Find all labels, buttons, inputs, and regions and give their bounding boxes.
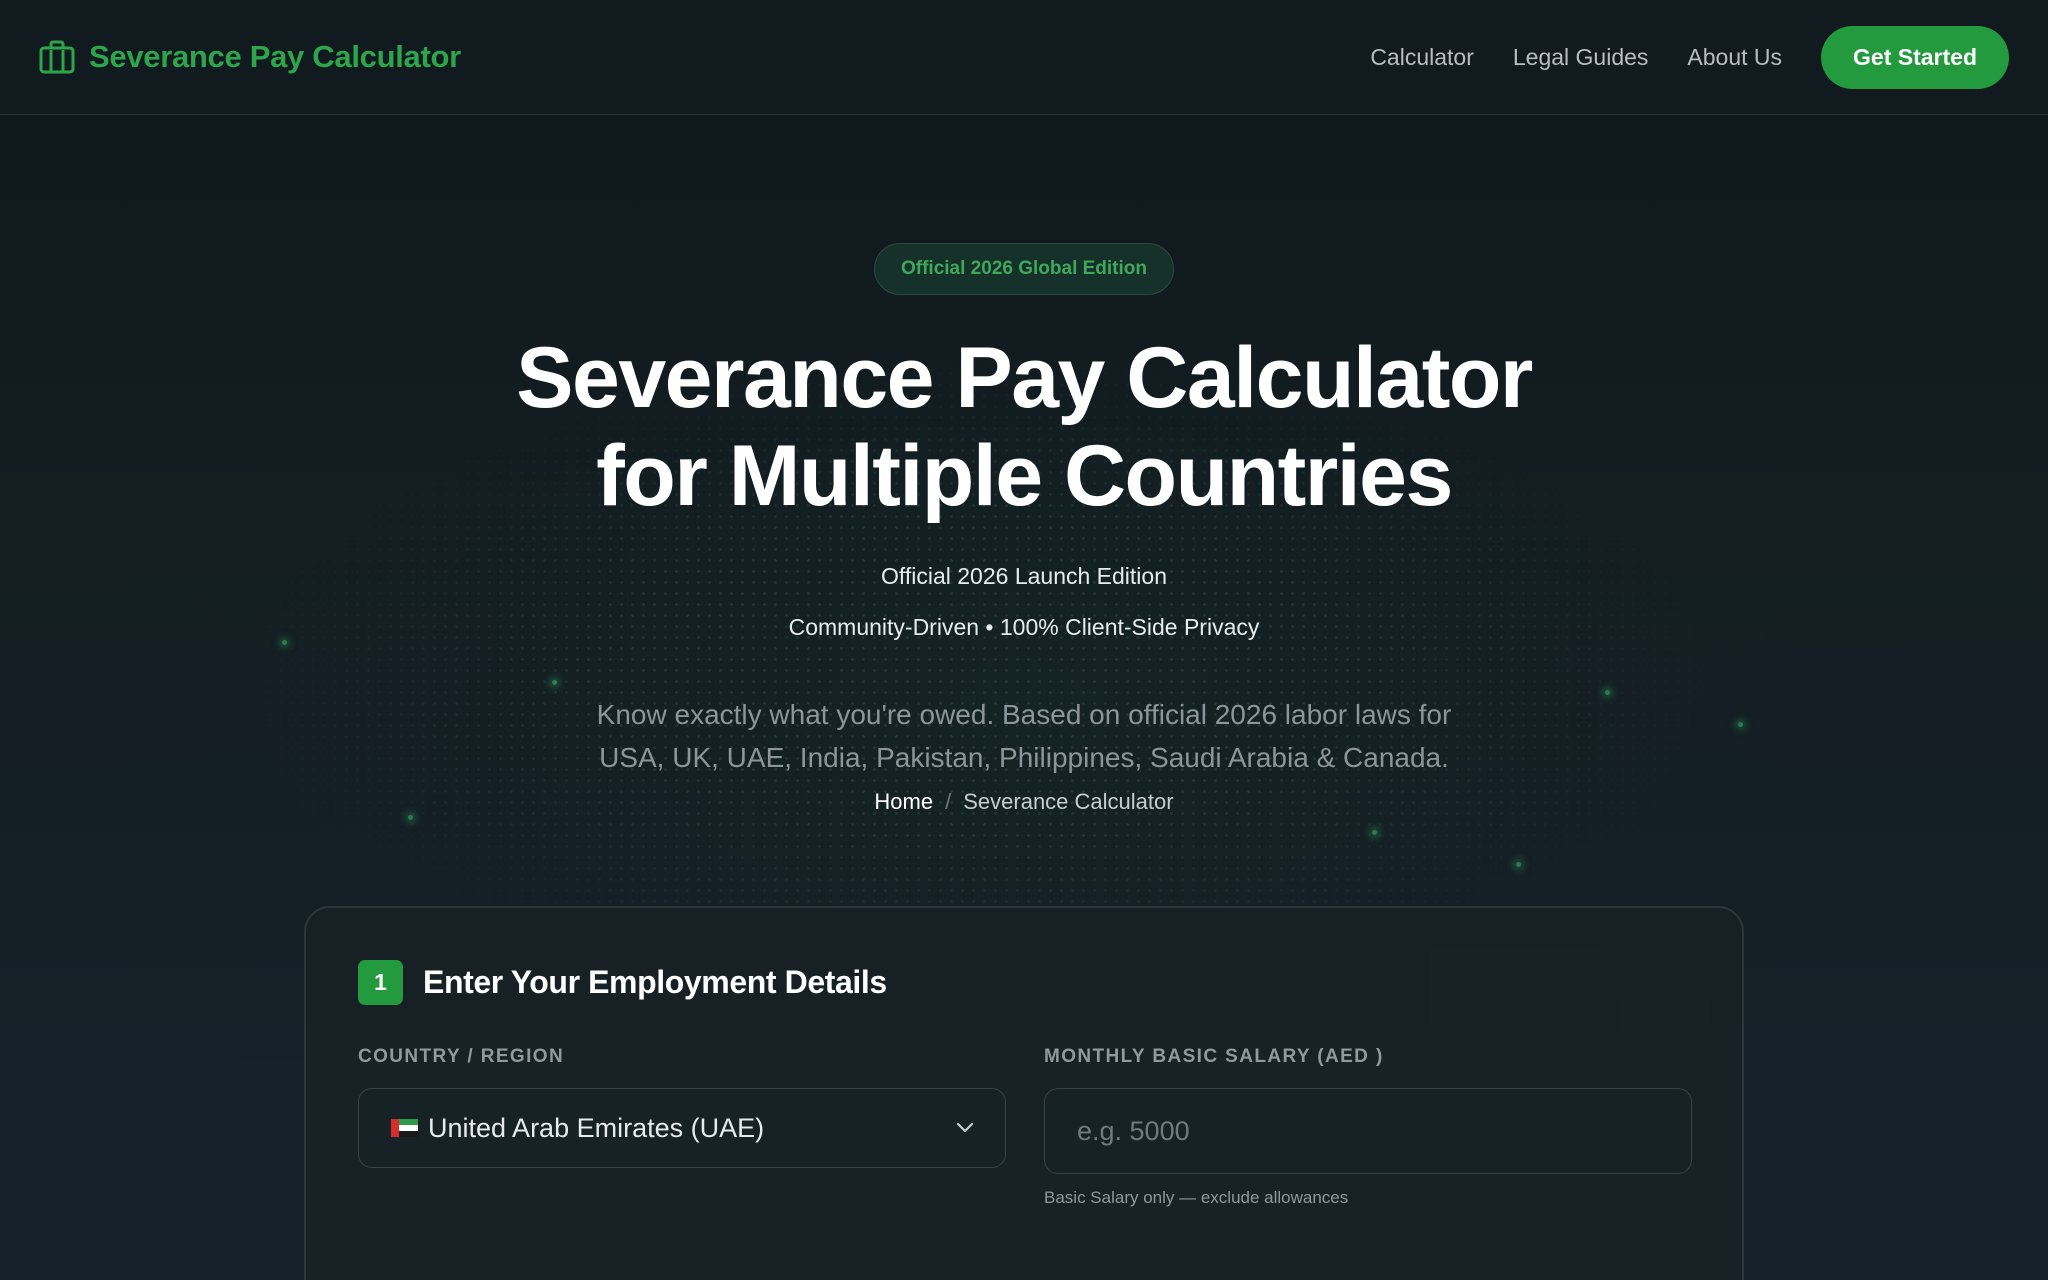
- calculator-card: 1 Enter Your Employment Details COUNTRY …: [304, 906, 1744, 1280]
- salary-label: MONTHLY BASIC SALARY (AED ): [1044, 1046, 1384, 1067]
- country-field: COUNTRY / REGION United Arab Emirates (U…: [358, 1046, 1006, 1168]
- page-title: Severance Pay Calculator for Multiple Co…: [0, 329, 2048, 525]
- main-nav: Calculator Legal Guides About Us Get Sta…: [1370, 25, 2009, 89]
- breadcrumb-separator: /: [945, 789, 952, 814]
- page-title-line-1: Severance Pay Calculator: [516, 330, 1533, 426]
- country-label: COUNTRY / REGION: [358, 1046, 565, 1067]
- page-title-line-2: for Multiple Countries: [596, 428, 1453, 524]
- top-navbar: Severance Pay Calculator Calculator Lega…: [0, 0, 2048, 115]
- nav-link-about-us[interactable]: About Us: [1687, 44, 1782, 71]
- salary-field: MONTHLY BASIC SALARY (AED ) Basic Salary…: [1044, 1046, 1692, 1208]
- breadcrumb-home-link[interactable]: Home: [874, 789, 933, 814]
- uae-flag-icon: [391, 1119, 418, 1137]
- glow-dot: [1372, 830, 1377, 835]
- breadcrumb-current: Severance Calculator: [963, 789, 1174, 814]
- country-select-value: United Arab Emirates (UAE): [391, 1113, 764, 1144]
- privacy-tagline: Community-Driven • 100% Client-Side Priv…: [788, 614, 1260, 640]
- launch-edition-text: Official 2026 Launch Edition: [881, 563, 1167, 589]
- briefcase-icon: [39, 40, 75, 74]
- salary-hint: Basic Salary only — exclude allowances: [1044, 1188, 1349, 1207]
- hero-section: Official 2026 Global Edition Severance P…: [0, 115, 2048, 815]
- nav-link-legal-guides[interactable]: Legal Guides: [1513, 44, 1649, 71]
- chevron-down-icon: [956, 1122, 974, 1133]
- step-number-badge: 1: [358, 960, 403, 1005]
- brand-logo-link[interactable]: Severance Pay Calculator: [39, 39, 461, 75]
- breadcrumb: Home / Severance Calculator: [0, 789, 2048, 815]
- salary-input[interactable]: [1044, 1088, 1692, 1174]
- step-title: Enter Your Employment Details: [423, 964, 887, 1000]
- edition-badge: Official 2026 Global Edition: [874, 243, 1174, 295]
- glow-dot: [408, 815, 413, 820]
- step-header: 1 Enter Your Employment Details: [358, 960, 887, 1005]
- glow-dot: [1516, 862, 1521, 867]
- nav-link-calculator[interactable]: Calculator: [1370, 44, 1474, 71]
- country-select[interactable]: United Arab Emirates (UAE): [358, 1088, 1006, 1168]
- brand-name: Severance Pay Calculator: [89, 39, 461, 74]
- get-started-button[interactable]: Get Started: [1821, 25, 2009, 89]
- hero-description: Know exactly what you're owed. Based on …: [596, 699, 1452, 773]
- country-select-text: United Arab Emirates (UAE): [428, 1112, 765, 1143]
